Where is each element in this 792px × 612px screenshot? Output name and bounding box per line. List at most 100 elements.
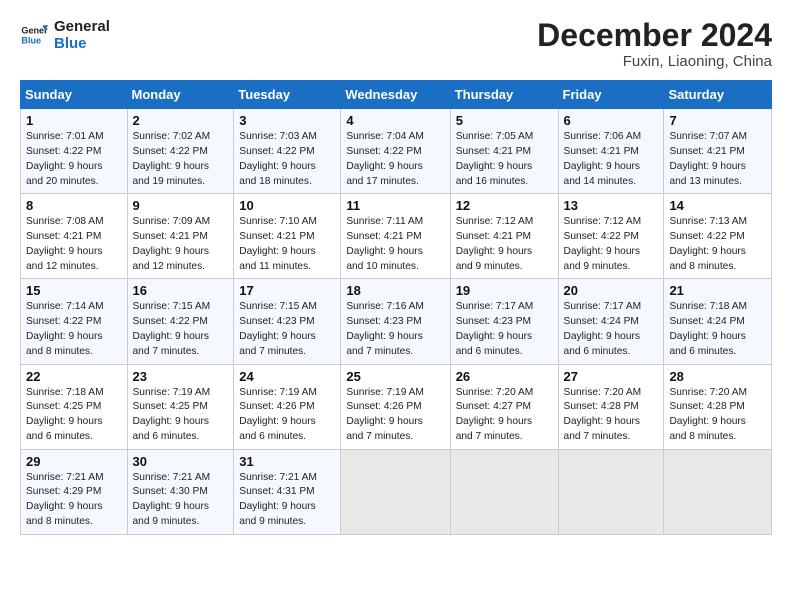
calendar-subtitle: Fuxin, Liaoning, China xyxy=(537,53,772,70)
day-detail: Sunrise: 7:08 AMSunset: 4:21 PMDaylight:… xyxy=(26,215,122,274)
day-detail: Sunrise: 7:09 AMSunset: 4:21 PMDaylight:… xyxy=(133,215,229,274)
calendar-cell xyxy=(450,449,558,534)
day-number: 12 xyxy=(456,198,553,213)
day-number: 24 xyxy=(239,369,335,384)
page: General Blue General Blue December 2024 … xyxy=(0,0,792,612)
day-detail: Sunrise: 7:15 AMSunset: 4:22 PMDaylight:… xyxy=(133,300,229,359)
day-detail: Sunrise: 7:20 AMSunset: 4:28 PMDaylight:… xyxy=(669,386,766,445)
day-number: 7 xyxy=(669,113,766,128)
col-header-tuesday: Tuesday xyxy=(234,81,341,109)
day-detail: Sunrise: 7:03 AMSunset: 4:22 PMDaylight:… xyxy=(239,130,335,189)
day-number: 6 xyxy=(564,113,659,128)
calendar-cell: 28 Sunrise: 7:20 AMSunset: 4:28 PMDayligh… xyxy=(664,364,772,449)
calendar-cell: 18 Sunrise: 7:16 AMSunset: 4:23 PMDayligh… xyxy=(341,279,450,364)
title-block: December 2024 Fuxin, Liaoning, China xyxy=(537,18,772,70)
day-detail: Sunrise: 7:11 AMSunset: 4:21 PMDaylight:… xyxy=(346,215,444,274)
day-number: 14 xyxy=(669,198,766,213)
day-detail: Sunrise: 7:01 AMSunset: 4:22 PMDaylight:… xyxy=(26,130,122,189)
day-detail: Sunrise: 7:13 AMSunset: 4:22 PMDaylight:… xyxy=(669,215,766,274)
col-header-monday: Monday xyxy=(127,81,234,109)
day-number: 4 xyxy=(346,113,444,128)
calendar-cell xyxy=(558,449,664,534)
calendar-cell: 22 Sunrise: 7:18 AMSunset: 4:25 PMDayligh… xyxy=(21,364,128,449)
col-header-saturday: Saturday xyxy=(664,81,772,109)
col-header-wednesday: Wednesday xyxy=(341,81,450,109)
calendar-cell: 17 Sunrise: 7:15 AMSunset: 4:23 PMDayligh… xyxy=(234,279,341,364)
col-header-thursday: Thursday xyxy=(450,81,558,109)
calendar-cell: 23 Sunrise: 7:19 AMSunset: 4:25 PMDayligh… xyxy=(127,364,234,449)
calendar-cell: 11Sunrise: 7:11 AMSunset: 4:21 PMDayligh… xyxy=(341,194,450,279)
day-detail: Sunrise: 7:21 AMSunset: 4:31 PMDaylight:… xyxy=(239,471,335,530)
day-number: 20 xyxy=(564,283,659,298)
calendar-week-2: 8 Sunrise: 7:08 AMSunset: 4:21 PMDaylight… xyxy=(21,194,772,279)
calendar-cell: 12 Sunrise: 7:12 AMSunset: 4:21 PMDayligh… xyxy=(450,194,558,279)
day-number: 10 xyxy=(239,198,335,213)
svg-text:Blue: Blue xyxy=(21,36,41,46)
calendar-cell xyxy=(341,449,450,534)
day-number: 9 xyxy=(133,198,229,213)
day-number: 8 xyxy=(26,198,122,213)
day-number: 27 xyxy=(564,369,659,384)
calendar-cell: 3 Sunrise: 7:03 AMSunset: 4:22 PMDaylight… xyxy=(234,109,341,194)
calendar-cell: 13 Sunrise: 7:12 AMSunset: 4:22 PMDayligh… xyxy=(558,194,664,279)
day-detail: Sunrise: 7:04 AMSunset: 4:22 PMDaylight:… xyxy=(346,130,444,189)
day-number: 1 xyxy=(26,113,122,128)
day-number: 30 xyxy=(133,454,229,469)
calendar-cell: 21Sunrise: 7:18 AMSunset: 4:24 PMDayligh… xyxy=(664,279,772,364)
day-number: 22 xyxy=(26,369,122,384)
day-detail: Sunrise: 7:14 AMSunset: 4:22 PMDaylight:… xyxy=(26,300,122,359)
day-number: 28 xyxy=(669,369,766,384)
day-detail: Sunrise: 7:21 AMSunset: 4:30 PMDaylight:… xyxy=(133,471,229,530)
day-detail: Sunrise: 7:16 AMSunset: 4:23 PMDaylight:… xyxy=(346,300,444,359)
day-number: 23 xyxy=(133,369,229,384)
calendar-cell: 15 Sunrise: 7:14 AMSunset: 4:22 PMDayligh… xyxy=(21,279,128,364)
day-number: 5 xyxy=(456,113,553,128)
logo-text: General Blue xyxy=(54,18,110,53)
logo: General Blue General Blue xyxy=(20,18,110,53)
day-number: 16 xyxy=(133,283,229,298)
day-detail: Sunrise: 7:17 AMSunset: 4:23 PMDaylight:… xyxy=(456,300,553,359)
calendar-cell: 2Sunrise: 7:02 AMSunset: 4:22 PMDaylight… xyxy=(127,109,234,194)
calendar-week-4: 22 Sunrise: 7:18 AMSunset: 4:25 PMDayligh… xyxy=(21,364,772,449)
day-number: 15 xyxy=(26,283,122,298)
calendar-cell: 27Sunrise: 7:20 AMSunset: 4:28 PMDayligh… xyxy=(558,364,664,449)
calendar-cell: 9 Sunrise: 7:09 AMSunset: 4:21 PMDaylight… xyxy=(127,194,234,279)
day-number: 19 xyxy=(456,283,553,298)
calendar-title: December 2024 xyxy=(537,18,772,53)
day-number: 18 xyxy=(346,283,444,298)
day-detail: Sunrise: 7:19 AMSunset: 4:25 PMDaylight:… xyxy=(133,386,229,445)
calendar-cell: 10 Sunrise: 7:10 AMSunset: 4:21 PMDayligh… xyxy=(234,194,341,279)
day-detail: Sunrise: 7:17 AMSunset: 4:24 PMDaylight:… xyxy=(564,300,659,359)
calendar-table: SundayMondayTuesdayWednesdayThursdayFrid… xyxy=(20,80,772,535)
day-detail: Sunrise: 7:05 AMSunset: 4:21 PMDaylight:… xyxy=(456,130,553,189)
day-detail: Sunrise: 7:10 AMSunset: 4:21 PMDaylight:… xyxy=(239,215,335,274)
calendar-cell: 26Sunrise: 7:20 AMSunset: 4:27 PMDayligh… xyxy=(450,364,558,449)
day-number: 25 xyxy=(346,369,444,384)
day-detail: Sunrise: 7:21 AMSunset: 4:29 PMDaylight:… xyxy=(26,471,122,530)
day-detail: Sunrise: 7:20 AMSunset: 4:27 PMDaylight:… xyxy=(456,386,553,445)
day-detail: Sunrise: 7:19 AMSunset: 4:26 PMDaylight:… xyxy=(346,386,444,445)
day-detail: Sunrise: 7:12 AMSunset: 4:22 PMDaylight:… xyxy=(564,215,659,274)
day-number: 2 xyxy=(133,113,229,128)
col-header-friday: Friday xyxy=(558,81,664,109)
calendar-cell: 16 Sunrise: 7:15 AMSunset: 4:22 PMDayligh… xyxy=(127,279,234,364)
day-detail: Sunrise: 7:18 AMSunset: 4:25 PMDaylight:… xyxy=(26,386,122,445)
day-number: 21 xyxy=(669,283,766,298)
calendar-header-row: SundayMondayTuesdayWednesdayThursdayFrid… xyxy=(21,81,772,109)
calendar-cell: 5 Sunrise: 7:05 AMSunset: 4:21 PMDaylight… xyxy=(450,109,558,194)
day-number: 31 xyxy=(239,454,335,469)
calendar-cell xyxy=(664,449,772,534)
logo-icon: General Blue xyxy=(20,21,48,49)
day-detail: Sunrise: 7:07 AMSunset: 4:21 PMDaylight:… xyxy=(669,130,766,189)
day-detail: Sunrise: 7:19 AMSunset: 4:26 PMDaylight:… xyxy=(239,386,335,445)
day-detail: Sunrise: 7:15 AMSunset: 4:23 PMDaylight:… xyxy=(239,300,335,359)
calendar-cell: 25 Sunrise: 7:19 AMSunset: 4:26 PMDayligh… xyxy=(341,364,450,449)
calendar-cell: 19 Sunrise: 7:17 AMSunset: 4:23 PMDayligh… xyxy=(450,279,558,364)
calendar-cell: 20 Sunrise: 7:17 AMSunset: 4:24 PMDayligh… xyxy=(558,279,664,364)
calendar-cell: 8 Sunrise: 7:08 AMSunset: 4:21 PMDaylight… xyxy=(21,194,128,279)
day-number: 17 xyxy=(239,283,335,298)
day-number: 13 xyxy=(564,198,659,213)
day-detail: Sunrise: 7:12 AMSunset: 4:21 PMDaylight:… xyxy=(456,215,553,274)
day-number: 3 xyxy=(239,113,335,128)
calendar-cell: 1 Sunrise: 7:01 AMSunset: 4:22 PMDaylight… xyxy=(21,109,128,194)
